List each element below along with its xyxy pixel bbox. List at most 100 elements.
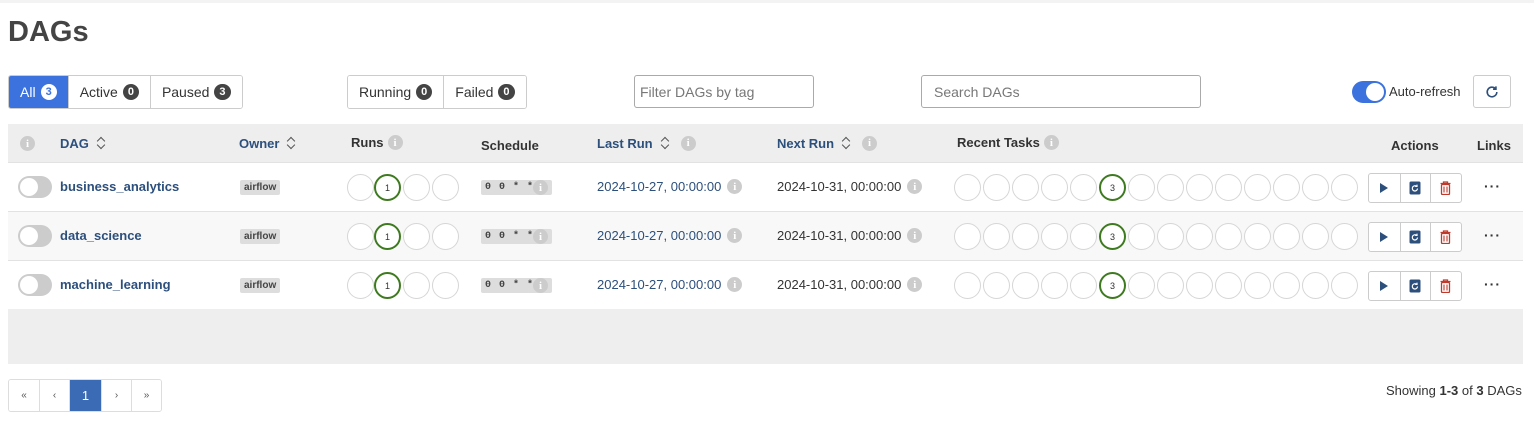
task-success-circle[interactable]: 3 (1099, 272, 1126, 299)
task-state-circle (954, 223, 981, 250)
run-success-circle[interactable]: 1 (374, 223, 401, 250)
last-run[interactable]: 2024-10-27, 00:00:00 i (597, 277, 743, 292)
filter-all-button[interactable]: All 3 (9, 76, 68, 108)
header-last-run[interactable]: Last Run i (597, 135, 696, 151)
page-title: DAGs (8, 16, 89, 48)
trigger-dag-button[interactable] (1369, 272, 1400, 300)
trash-icon (1440, 230, 1451, 244)
task-success-circle[interactable]: 3 (1099, 223, 1126, 250)
header-links-label: Links (1477, 138, 1511, 153)
filter-running-button[interactable]: Running 0 (348, 76, 444, 108)
auto-refresh-control: Auto-refresh (1352, 81, 1461, 103)
filter-paused-label: Paused (161, 84, 210, 100)
task-state-circle (1215, 223, 1242, 250)
owner-tag[interactable]: airflow (240, 180, 281, 195)
filter-running-label: Running (359, 84, 412, 100)
clear-dag-button[interactable] (1399, 272, 1431, 300)
clear-dag-button[interactable] (1399, 223, 1431, 251)
header-dag[interactable]: DAG (60, 135, 107, 151)
delete-dag-button[interactable] (1430, 223, 1461, 251)
task-state-circle (1273, 174, 1300, 201)
links-menu-button[interactable]: ··· (1484, 227, 1501, 243)
clear-dag-button[interactable] (1399, 174, 1431, 202)
info-icon: i (727, 277, 743, 292)
refresh-button[interactable] (1473, 75, 1511, 108)
next-run-value: 2024-10-31, 00:00:00 (777, 277, 902, 292)
first-page-button[interactable]: « (9, 380, 39, 411)
task-state-circle (1041, 174, 1068, 201)
row-actions (1368, 173, 1462, 203)
search-input[interactable] (921, 75, 1201, 108)
task-state-circle (1070, 272, 1097, 299)
run-state-circle (432, 223, 459, 250)
info-icon: i (533, 180, 548, 195)
auto-refresh-toggle[interactable] (1352, 81, 1386, 103)
task-state-circle (954, 272, 981, 299)
table-row: business_analytics airflow 1 0 0 * * * i 2024… (8, 162, 1523, 211)
task-success-circle[interactable]: 3 (1099, 174, 1126, 201)
info-icon: i (907, 277, 923, 292)
info-icon: i (20, 136, 35, 151)
header-schedule: Schedule (481, 138, 539, 153)
delete-dag-button[interactable] (1430, 272, 1461, 300)
dags-table: i DAG Owner Runs i Schedule Last Run i Nex… (8, 124, 1523, 364)
dag-name-link[interactable]: business_analytics (60, 179, 179, 194)
refresh-doc-icon (1409, 181, 1421, 195)
filter-running-count: 0 (416, 84, 433, 100)
next-page-button[interactable]: › (101, 380, 131, 411)
task-state-circle (1128, 272, 1155, 299)
last-run-value: 2024-10-27, 00:00:00 (597, 228, 722, 243)
task-state-circle (954, 174, 981, 201)
info-icon: i (862, 135, 878, 151)
run-state-circle (432, 174, 459, 201)
owner-tag[interactable]: airflow (240, 229, 281, 244)
filter-paused-button[interactable]: Paused 3 (149, 76, 242, 108)
last-page-button[interactable]: » (131, 380, 161, 411)
dag-pause-toggle[interactable] (18, 274, 52, 296)
task-state-circle (1186, 174, 1213, 201)
delete-dag-button[interactable] (1430, 174, 1461, 202)
owner-tag[interactable]: airflow (240, 278, 281, 293)
task-state-circle (1215, 174, 1242, 201)
current-page-button[interactable]: 1 (69, 380, 101, 411)
trigger-dag-button[interactable] (1369, 174, 1400, 202)
task-state-circle (1273, 272, 1300, 299)
filter-all-count: 3 (40, 84, 57, 100)
play-icon (1380, 183, 1389, 193)
filter-active-button[interactable]: Active 0 (67, 76, 150, 108)
info-icon: i (907, 228, 923, 243)
header-next-run-label: Next Run (777, 135, 835, 151)
prev-page-button[interactable]: ‹ (39, 380, 69, 411)
sort-icon (661, 135, 671, 151)
header-info: i (20, 136, 35, 151)
showing-prefix: Showing (1386, 383, 1440, 398)
task-state-circle (1157, 272, 1184, 299)
run-success-circle[interactable]: 1 (374, 174, 401, 201)
dag-name-link[interactable]: machine_learning (60, 277, 171, 292)
task-state-circle (1041, 223, 1068, 250)
task-state-circle (1186, 223, 1213, 250)
dag-pause-toggle[interactable] (18, 225, 52, 247)
dag-pause-toggle[interactable] (18, 176, 52, 198)
task-state-circle (1012, 272, 1039, 299)
status-filter-group: All 3 Active 0 Paused 3 (8, 75, 243, 109)
table-row: data_science airflow 1 0 0 * * * i 2024-10-27… (8, 211, 1523, 260)
header-owner[interactable]: Owner (239, 135, 297, 151)
run-state-circle (347, 272, 374, 299)
info-icon: i (387, 135, 403, 150)
last-run[interactable]: 2024-10-27, 00:00:00 i (597, 228, 743, 243)
dag-name-link[interactable]: data_science (60, 228, 142, 243)
filter-failed-label: Failed (455, 84, 494, 100)
task-state-circle (1157, 223, 1184, 250)
tag-filter-input[interactable] (634, 75, 814, 108)
last-run-value: 2024-10-27, 00:00:00 (597, 179, 722, 194)
links-menu-button[interactable]: ··· (1484, 276, 1501, 292)
filter-failed-button[interactable]: Failed 0 (443, 76, 526, 108)
run-success-circle[interactable]: 1 (374, 272, 401, 299)
last-run[interactable]: 2024-10-27, 00:00:00 i (597, 179, 743, 194)
sort-icon (97, 135, 107, 151)
links-menu-button[interactable]: ··· (1484, 178, 1501, 194)
trigger-dag-button[interactable] (1369, 223, 1400, 251)
header-next-run[interactable]: Next Run i (777, 135, 878, 151)
info-icon: i (533, 229, 548, 244)
